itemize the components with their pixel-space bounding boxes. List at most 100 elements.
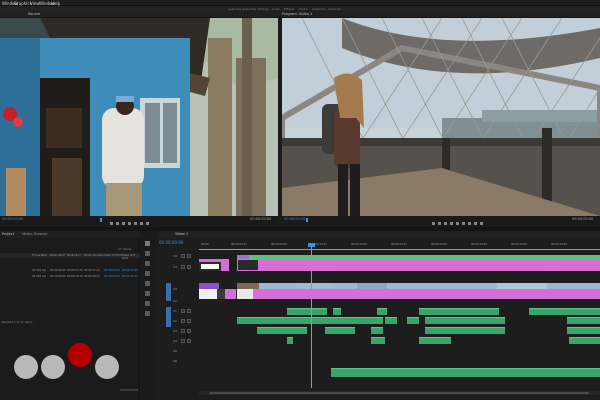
track-label-v2[interactable]: V2 xyxy=(173,287,177,291)
program-step-back-icon[interactable] xyxy=(444,222,447,225)
workspace-tab-graphics[interactable]: Graphics xyxy=(312,7,325,11)
selection-tool-icon[interactable] xyxy=(145,241,150,246)
work-area-bar[interactable] xyxy=(199,249,600,250)
overlay-gray-button-3[interactable] xyxy=(95,355,119,379)
audio-clip[interactable] xyxy=(333,308,341,315)
audio-clip[interactable] xyxy=(237,317,383,324)
lock-toggle-icon[interactable] xyxy=(181,265,185,269)
track-label-v1[interactable]: V1 xyxy=(173,299,177,303)
audio-clip[interactable] xyxy=(425,327,505,334)
playhead-handle[interactable] xyxy=(308,243,315,247)
workspace-tab-assembly[interactable]: Assembly xyxy=(242,7,256,11)
audio-clip[interactable] xyxy=(529,308,600,315)
solo-toggle-icon[interactable] xyxy=(187,339,191,343)
source-patch-a1[interactable] xyxy=(166,307,171,327)
track-label-a5[interactable]: A5 xyxy=(173,349,177,353)
overwrite-icon[interactable] xyxy=(146,222,149,225)
title-clip[interactable] xyxy=(199,289,217,299)
table-row[interactable]: 23.976 fps 00:00:00:00 00:00:19:11 00:00… xyxy=(0,275,140,280)
solo-toggle-icon[interactable] xyxy=(187,309,191,313)
lift-icon[interactable] xyxy=(462,222,465,225)
program-mark-in-icon[interactable] xyxy=(432,222,435,225)
solo-toggle-icon[interactable] xyxy=(187,329,191,333)
source-playhead-marker[interactable] xyxy=(100,218,102,222)
program-step-forward-icon[interactable] xyxy=(456,222,459,225)
insert-icon[interactable] xyxy=(140,222,143,225)
track-label-v3[interactable]: V3 xyxy=(173,265,177,269)
workspace-tab-libraries[interactable]: Libraries xyxy=(328,7,341,11)
overlay-gray-button-2[interactable] xyxy=(41,355,65,379)
workspace-tab-editing[interactable]: Editing xyxy=(258,7,268,11)
program-panel-tab[interactable]: Program: Video 1 xyxy=(282,12,312,16)
mute-toggle-icon[interactable] xyxy=(181,339,185,343)
audio-clip[interactable] xyxy=(287,337,293,344)
audio-clip[interactable] xyxy=(371,337,385,344)
eye-toggle-icon[interactable] xyxy=(187,254,191,258)
hand-icon[interactable] xyxy=(145,301,150,306)
project-scrollbar[interactable] xyxy=(120,389,138,391)
type-icon[interactable] xyxy=(145,311,150,316)
menu-help[interactable]: Help xyxy=(51,1,60,6)
step-back-icon[interactable] xyxy=(122,222,125,225)
audio-clip[interactable] xyxy=(419,337,451,344)
program-play-icon[interactable] xyxy=(450,222,453,225)
audio-clip[interactable] xyxy=(407,317,419,324)
razor-icon[interactable] xyxy=(145,271,150,276)
source-patch-v1[interactable] xyxy=(166,283,171,301)
playhead[interactable] xyxy=(311,243,312,388)
video-clip[interactable] xyxy=(221,259,229,271)
workspace-tab-audio[interactable]: Audio xyxy=(299,7,308,11)
track-label-a3[interactable]: A3 xyxy=(173,329,177,333)
track-label-v4[interactable]: V4 xyxy=(173,254,177,258)
video-clip[interactable] xyxy=(199,259,221,271)
col-media-end[interactable]: Media End xyxy=(67,254,81,257)
timeline-scrollbar[interactable] xyxy=(199,391,600,395)
title-clip[interactable] xyxy=(237,289,253,299)
audio-clip[interactable] xyxy=(371,327,383,334)
timeline-timecode[interactable]: 00:00:00:00 xyxy=(159,240,183,245)
audio-clip[interactable] xyxy=(425,317,505,324)
col-frame-rate[interactable]: Frame Rate xyxy=(32,254,47,257)
record-button[interactable] xyxy=(68,343,92,367)
video-clip[interactable] xyxy=(225,289,237,299)
solo-toggle-icon[interactable] xyxy=(187,319,191,323)
eye-toggle-icon[interactable] xyxy=(187,265,191,269)
slip-icon[interactable] xyxy=(145,281,150,286)
project-tab[interactable]: Project xyxy=(2,232,14,236)
source-panel-tab[interactable]: Source xyxy=(28,12,40,16)
lock-toggle-icon[interactable] xyxy=(181,254,185,258)
col-video-in[interactable]: Video In Point xyxy=(104,254,122,257)
track-label-a2[interactable]: A2 xyxy=(173,319,177,323)
audio-clip[interactable] xyxy=(385,317,397,324)
video-clip[interactable] xyxy=(237,259,259,271)
mark-out-icon[interactable] xyxy=(116,222,119,225)
table-row[interactable]: 23.976 fps 00:00:00:00 00:00:27:21 00:00… xyxy=(0,269,140,274)
play-icon[interactable] xyxy=(128,222,131,225)
track-select-icon[interactable] xyxy=(145,251,150,256)
program-settings-icon[interactable] xyxy=(480,222,483,225)
track-label-a4[interactable]: A4 xyxy=(173,339,177,343)
ripple-edit-icon[interactable] xyxy=(145,261,150,266)
mark-in-icon[interactable] xyxy=(110,222,113,225)
export-frame-icon[interactable] xyxy=(474,222,477,225)
col-media-start[interactable]: Media Start xyxy=(50,254,65,257)
workspace-tab-learning[interactable]: Learning xyxy=(228,7,241,11)
timeline-tab[interactable]: Video 1 xyxy=(175,232,188,236)
mute-toggle-icon[interactable] xyxy=(181,319,185,323)
step-forward-icon[interactable] xyxy=(134,222,137,225)
audio-clip[interactable] xyxy=(567,317,600,324)
audio-clip[interactable] xyxy=(325,327,355,334)
audio-clip[interactable] xyxy=(257,327,307,334)
track-label-a1[interactable]: A1 xyxy=(173,309,177,313)
audio-clip[interactable] xyxy=(567,327,600,334)
workspace-tab-color[interactable]: Color xyxy=(272,7,280,11)
pen-icon[interactable] xyxy=(145,291,150,296)
video-clip[interactable] xyxy=(225,289,600,299)
program-mark-out-icon[interactable] xyxy=(438,222,441,225)
audio-clip[interactable] xyxy=(569,337,600,344)
program-playhead-marker[interactable] xyxy=(306,218,308,222)
track-label-a6[interactable]: A6 xyxy=(173,359,177,363)
video-clip[interactable] xyxy=(217,289,225,299)
workspace-tab-effects[interactable]: Effects xyxy=(284,7,294,11)
audio-clip[interactable] xyxy=(287,308,327,315)
